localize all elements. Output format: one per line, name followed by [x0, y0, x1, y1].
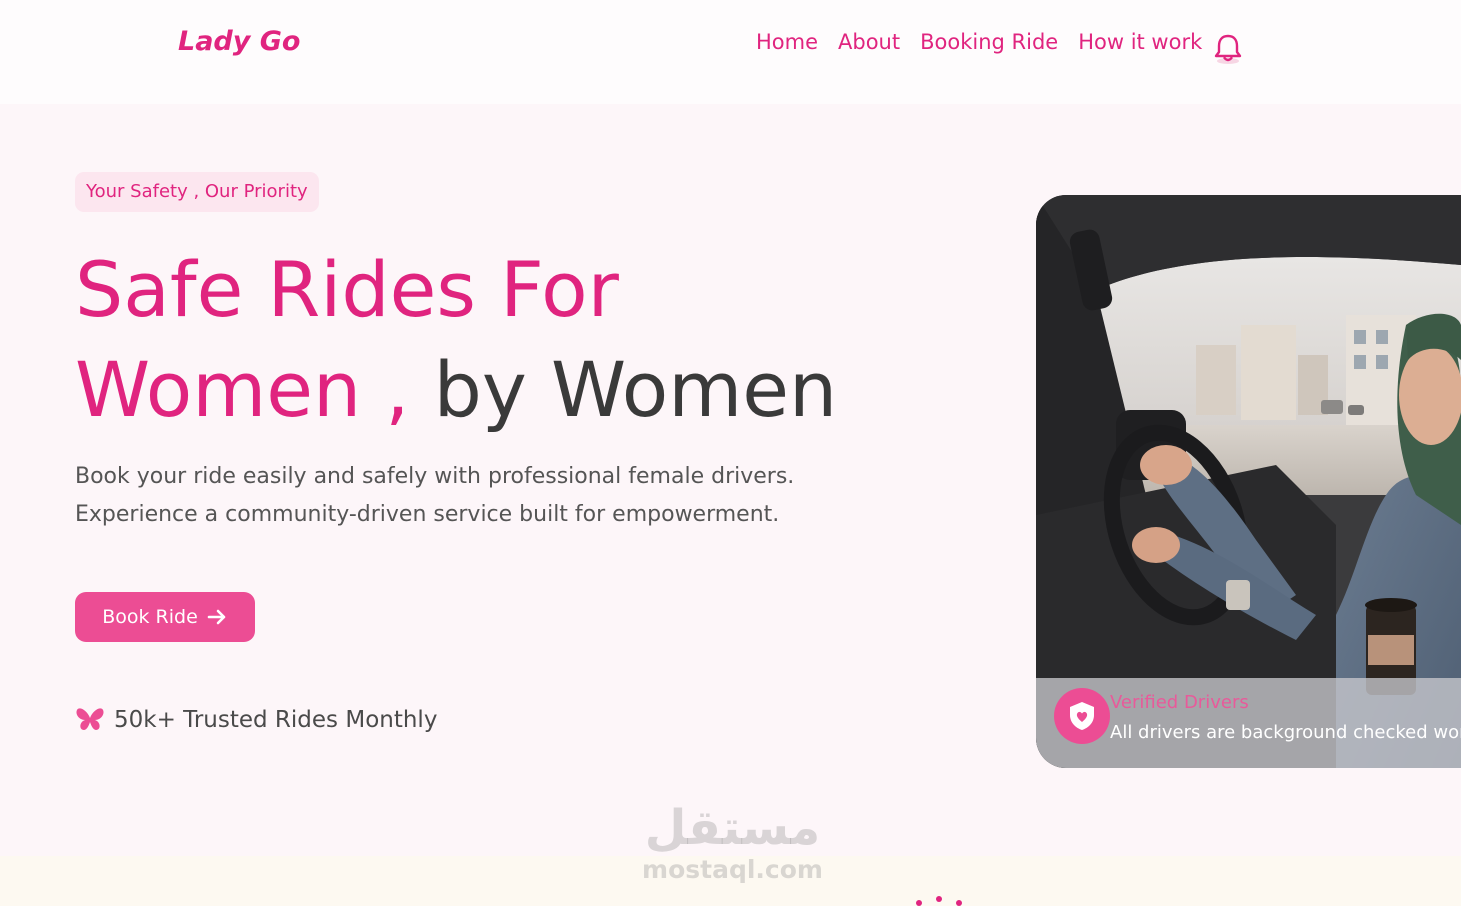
- verified-drivers-description: All drivers are background checked wom: [1110, 722, 1461, 743]
- description-line-2: Experience a community-driven service bu…: [75, 502, 780, 527]
- nav-link-booking-ride[interactable]: Booking Ride: [920, 30, 1058, 54]
- headline-line-2-pink: Women ,: [75, 345, 410, 434]
- trust-text: 50k+ Trusted Rides Monthly: [114, 707, 438, 733]
- nav-link-about[interactable]: About: [838, 30, 900, 54]
- book-ride-button[interactable]: Book Ride: [75, 592, 255, 642]
- driver-photo-card: Verified Drivers All drivers are backgro…: [1036, 195, 1461, 768]
- navbar: Lady Go Home About Booking Ride How it w…: [0, 0, 1461, 104]
- nav-links: Home About Booking Ride How it work: [756, 30, 1202, 54]
- headline-line-2-dark: by Women: [433, 345, 838, 434]
- verified-drivers-title: Verified Drivers: [1110, 692, 1249, 713]
- hero-description: Book your ride easily and safely with pr…: [75, 458, 835, 534]
- hero-headline: Safe Rides For Women , by Women: [75, 240, 837, 440]
- nav-link-home[interactable]: Home: [756, 30, 818, 54]
- decorative-dots-icon: [916, 896, 962, 906]
- watermark-logo: مستقل mostaql.com: [640, 800, 825, 884]
- description-line-1: Book your ride easily and safely with pr…: [75, 464, 795, 489]
- brand-logo[interactable]: Lady Go: [178, 26, 300, 57]
- book-ride-label: Book Ride: [102, 606, 198, 628]
- verified-drivers-strip: Verified Drivers All drivers are backgro…: [1036, 678, 1461, 768]
- bell-icon[interactable]: [1211, 31, 1245, 65]
- butterfly-icon: [76, 708, 104, 730]
- shield-heart-icon: [1054, 688, 1110, 744]
- headline-line-1: Safe Rides For: [75, 245, 619, 334]
- watermark-arabic: مستقل: [644, 800, 821, 856]
- tagline-badge: Your Safety , Our Priority: [75, 172, 319, 212]
- arrow-right-icon: [207, 609, 226, 625]
- watermark-latin: mostaql.com: [642, 855, 823, 884]
- trust-stat: 50k+ Trusted Rides Monthly: [75, 706, 437, 734]
- nav-link-how-it-work[interactable]: How it work: [1078, 30, 1202, 54]
